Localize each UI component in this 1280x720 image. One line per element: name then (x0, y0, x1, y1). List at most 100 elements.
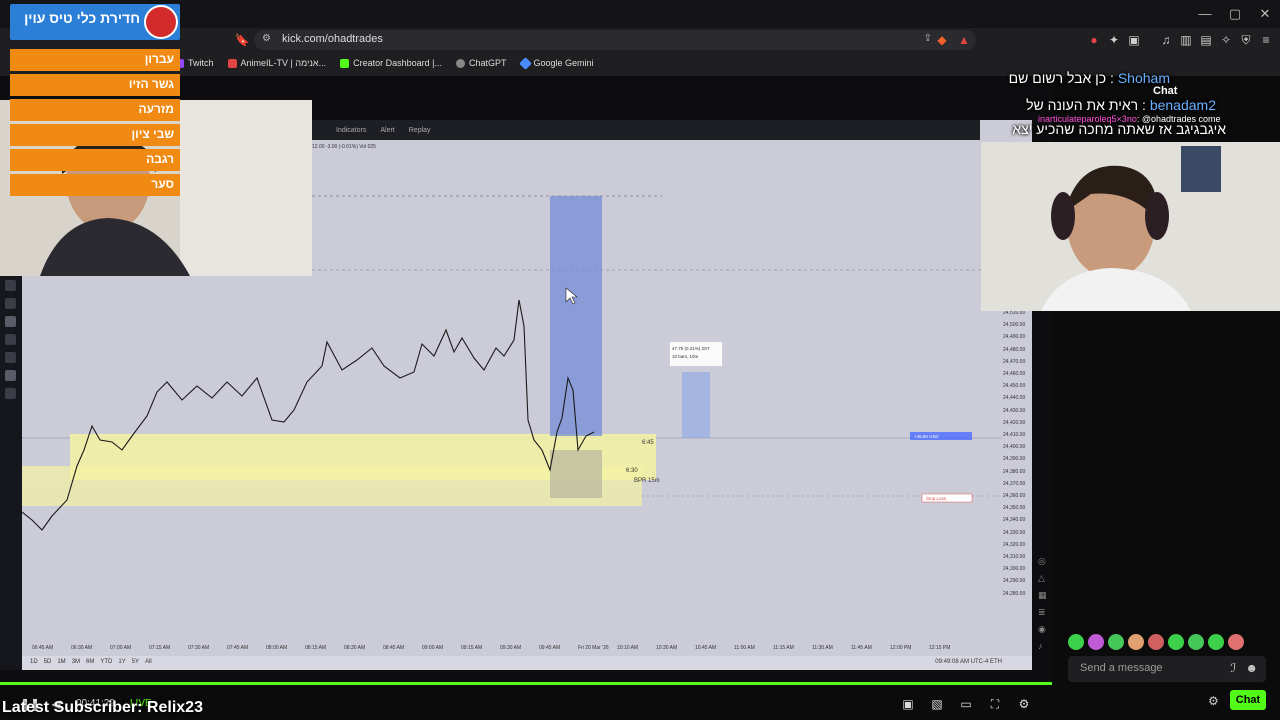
calendar-icon[interactable]: ▦ (1038, 590, 1050, 601)
bookmark-animeil[interactable]: AnimeIL-TV | אנימה... (227, 55, 326, 71)
maximize-icon[interactable]: ▢ (1220, 4, 1250, 24)
vpn-icon[interactable]: ⛨ (1238, 32, 1254, 48)
alert-button[interactable]: Alert (380, 127, 394, 134)
emote-icon[interactable] (1108, 634, 1124, 650)
bookmark-gemini[interactable]: Google Gemini (518, 55, 594, 71)
time-tick: 10:30 AM (656, 645, 678, 651)
bookmark-chatgpt[interactable]: ChatGPT (455, 55, 507, 71)
price-tick: 24,420.00 (1003, 419, 1026, 426)
emote-icon[interactable] (1128, 634, 1144, 650)
gray-zone (550, 450, 602, 498)
timeframe-button[interactable]: 1M (57, 659, 65, 665)
emote-icon[interactable] (1188, 634, 1204, 650)
url-text: kick.com/ohadtrades (282, 33, 383, 45)
broadcast-icon[interactable]: ◉ (1038, 624, 1050, 635)
bookmark-icon[interactable]: 🔖 (234, 32, 250, 48)
sidebar-icon[interactable]: ▥ (1178, 32, 1194, 48)
timeframe-button[interactable]: 1Y (118, 659, 125, 665)
news-item: עברון (10, 49, 180, 71)
chat-label: Chat (1153, 85, 1178, 97)
send-chat-button[interactable]: Chat (1230, 690, 1266, 710)
replay-button[interactable]: Replay (409, 127, 431, 134)
chatgpt-icon (455, 58, 465, 68)
brave-rewards-icon[interactable]: ▲ (956, 32, 972, 48)
news-feed-icon[interactable]: ≣ (1038, 607, 1050, 618)
crosshair-icon[interactable] (5, 298, 16, 309)
time-tick: 09:00 AM (422, 645, 444, 651)
price-tick: 24,390.00 (1003, 456, 1026, 463)
player-settings-icon[interactable]: ⚙ (1016, 697, 1032, 711)
miniplayer-icon[interactable]: ▣ (900, 697, 916, 711)
price-tick: 24,340.00 (1003, 517, 1026, 524)
text-icon[interactable] (5, 370, 16, 381)
timeframe-button[interactable]: 1D (30, 659, 38, 665)
chat-message-input[interactable]: Send a message ℐ ☻ (1068, 656, 1266, 682)
brave-shield-icon[interactable]: ◆ (934, 32, 950, 48)
pencil-icon[interactable] (5, 280, 16, 291)
music-icon[interactable]: ♫ (1158, 32, 1174, 48)
news-item: שבי ציון (10, 124, 180, 146)
menu-icon[interactable]: ≡ (1258, 32, 1274, 48)
latest-subscriber-overlay: Latest Subscriber: Relix23 (2, 699, 203, 716)
webcam-right (981, 142, 1280, 311)
timeframe-button[interactable]: 5D (44, 659, 52, 665)
timeframe-button[interactable]: YTD (100, 659, 112, 665)
close-icon[interactable]: ✕ (1250, 4, 1280, 24)
theater-icon[interactable]: ▭ (958, 697, 974, 711)
person-right (981, 142, 1280, 311)
time-tick: 12:15 PM (929, 645, 951, 651)
time-axis: 06:45 AM 06:30 AM 07:00 AM 07:15 AM 07:30 AM… (22, 642, 1032, 654)
bell-icon[interactable]: ♪ (1038, 641, 1050, 651)
chat-settings-icon[interactable]: ⚙ (1208, 694, 1219, 708)
price-tick: 24,470.00 (1003, 358, 1026, 365)
timeframe-button[interactable]: All (145, 659, 152, 665)
emote-icon[interactable] (1148, 634, 1164, 650)
bookmarks-bar: Twitch AnimeIL-TV | אנימה... Creator Das… (175, 55, 594, 71)
translate-icon[interactable]: ℐ (1230, 661, 1236, 675)
alert-icon[interactable]: △ (1038, 573, 1050, 584)
time-tick: 08:45 AM (383, 645, 405, 651)
timeframe-button[interactable]: 6M (86, 659, 94, 665)
bookmark-creator-dashboard[interactable]: Creator Dashboard |... (340, 55, 442, 71)
emote-icon[interactable] (1228, 634, 1244, 650)
extension-record-icon[interactable]: ● (1086, 32, 1102, 48)
emoji-icon[interactable]: ☻ (1245, 661, 1258, 675)
price-tick: 24,300.00 (1003, 566, 1026, 573)
chart-clock: 09:49:08 AM UTC-4 ETH (935, 659, 1002, 665)
news-item: רגבה (10, 149, 180, 171)
price-tick: 24,280.00 (1003, 590, 1026, 597)
minimize-icon[interactable]: — (1190, 4, 1220, 24)
brush-icon[interactable] (5, 352, 16, 363)
indicators-button[interactable]: Indicators (336, 127, 366, 134)
wallet-icon[interactable]: ▤ (1198, 32, 1214, 48)
price-tick: 24,410.00 (1003, 432, 1026, 438)
emote-icon[interactable] (1208, 634, 1224, 650)
emote-icon[interactable] (1068, 634, 1084, 650)
blue-range-box (550, 196, 602, 436)
price-tick: 24,450.00 (1003, 383, 1026, 390)
price-tick: 24,430.00 (1003, 407, 1026, 414)
address-bar[interactable]: ⚙ kick.com/ohadtrades ⇪ (254, 30, 976, 50)
time-tick: 09:45 AM (539, 645, 561, 651)
bookmark-twitch[interactable]: Twitch (175, 55, 214, 71)
chat-tools: ◎ △ ▦ ≣ ◉ ♪ (1038, 556, 1050, 660)
fullscreen-icon[interactable]: ⛶ (987, 697, 1003, 711)
drawing-toolbar (0, 270, 22, 670)
chat-overlay-line: כן אבל רשום שם : Shoham (1008, 70, 1170, 86)
leo-ai-icon[interactable]: ✧ (1218, 32, 1234, 48)
fib-icon[interactable] (5, 334, 16, 345)
trendline-icon[interactable] (5, 316, 16, 327)
settings-icon[interactable]: ◎ (1038, 556, 1050, 567)
screenshot-icon[interactable]: ▣ (1126, 32, 1142, 48)
long-position-box (682, 372, 710, 438)
clip-icon[interactable]: ▧ (929, 697, 945, 711)
emote-icon[interactable] (1088, 634, 1104, 650)
emote-icon[interactable] (1168, 634, 1184, 650)
share-icon[interactable]: ⇪ (924, 33, 932, 44)
chart-bottom-bar: 1D 5D 1M 3M 6M YTD 1Y 5Y All 09:49:08 AM UTC-4 E… (22, 656, 1032, 670)
timeframe-button[interactable]: 3M (72, 659, 80, 665)
trash-icon[interactable] (5, 388, 16, 399)
site-info-icon[interactable]: ⚙ (262, 33, 271, 44)
timeframe-button[interactable]: 5Y (132, 659, 139, 665)
extensions-icon[interactable]: ✦ (1106, 32, 1122, 48)
